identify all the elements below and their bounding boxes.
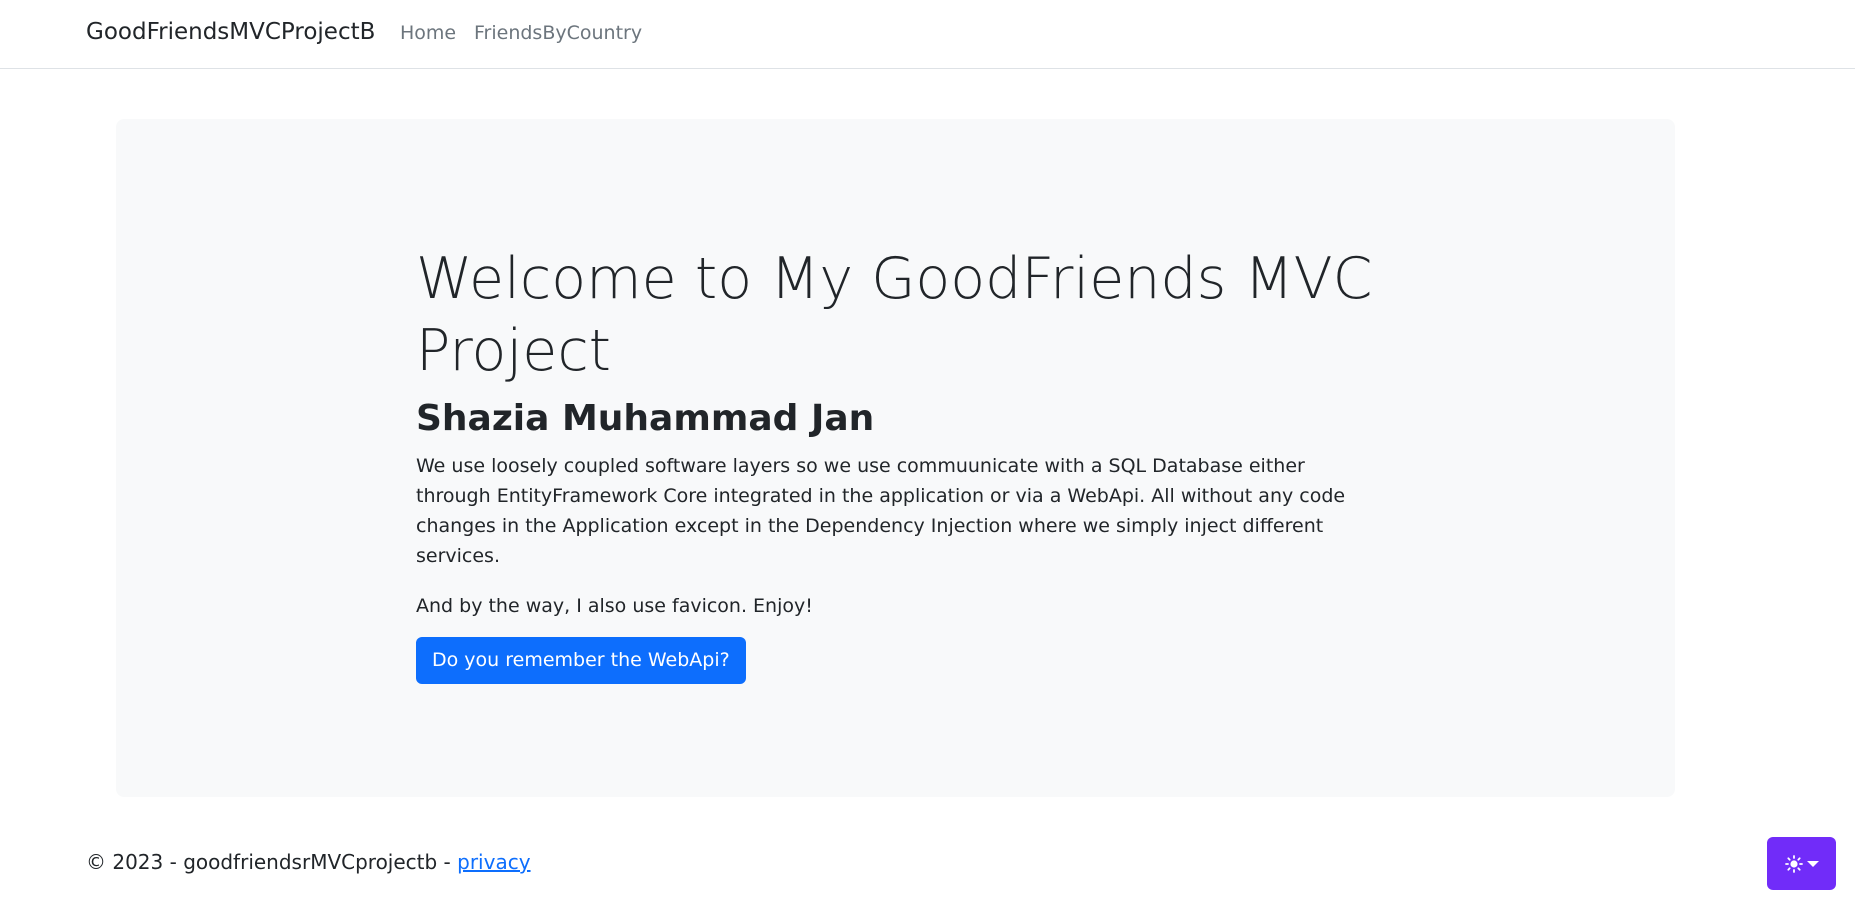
navbar-brand[interactable]: GoodFriendsMVCProjectB	[86, 19, 375, 45]
sun-icon	[1784, 854, 1803, 873]
caret-down-icon	[1806, 860, 1819, 868]
nav-link-home[interactable]: Home	[400, 22, 456, 44]
footer: © 2023 - goodfriendsrMVCprojectb - priva…	[86, 850, 531, 874]
footer-copyright: © 2023 - goodfriendsrMVCprojectb -	[86, 850, 458, 874]
privacy-link[interactable]: privacy	[457, 850, 530, 874]
hero-favicon-note: And by the way, I also use favicon. Enjo…	[416, 595, 813, 617]
page-title: Welcome to My GoodFriends MVC Project	[416, 246, 1373, 384]
navbar: GoodFriendsMVCProjectB Home FriendsByCou…	[0, 0, 1855, 69]
hero-description: We use loosely coupled software layers s…	[416, 455, 1346, 567]
hero-content: Welcome to My GoodFriends MVC Project Sh…	[416, 243, 1376, 684]
webapi-button[interactable]: Do you remember the WebApi?	[416, 637, 746, 684]
author-name: Shazia Muhammad Jan	[416, 398, 875, 439]
theme-toggle-button[interactable]	[1767, 837, 1836, 890]
hero-jumbotron: Welcome to My GoodFriends MVC Project Sh…	[116, 119, 1675, 797]
nav-link-friends-by-country[interactable]: FriendsByCountry	[474, 22, 642, 44]
